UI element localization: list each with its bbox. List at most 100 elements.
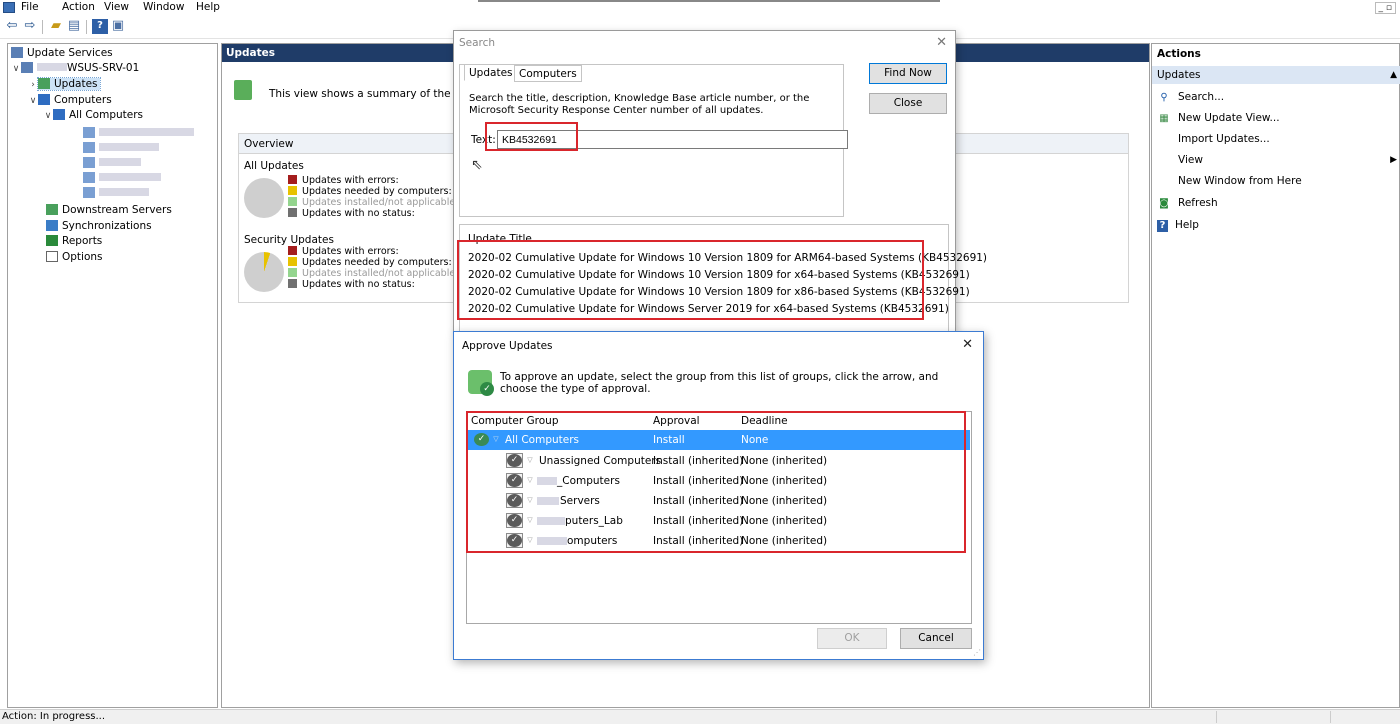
- action-refresh[interactable]: ◙ Refresh: [1157, 193, 1397, 214]
- updates-summary-icon: [234, 80, 252, 100]
- sync-icon: [46, 220, 58, 231]
- close-icon[interactable]: ✕: [962, 338, 973, 351]
- legend-swatch: [288, 257, 297, 266]
- chevron-right-icon[interactable]: ›: [28, 78, 38, 93]
- tree-item-all-computers[interactable]: ∨ All Computers: [43, 108, 143, 123]
- back-icon[interactable]: ⇦: [4, 19, 20, 34]
- forward-icon[interactable]: ⇨: [22, 19, 38, 34]
- action-help[interactable]: ? Help: [1157, 215, 1397, 236]
- ok-button[interactable]: OK: [817, 628, 887, 649]
- search-icon: ⚲: [1160, 92, 1168, 103]
- menu-action[interactable]: Action: [62, 1, 95, 13]
- action-new-update-view[interactable]: ▦ New Update View...: [1157, 108, 1397, 129]
- tree-item-downstream-servers[interactable]: Downstream Servers: [46, 203, 172, 218]
- collapse-arrow-icon[interactable]: ▲: [1390, 66, 1397, 84]
- toolbar-separator: [42, 20, 43, 34]
- tree-item-redacted-group[interactable]: [83, 156, 141, 171]
- legend-swatch: [288, 208, 297, 217]
- dialog-title: Search: [459, 37, 496, 49]
- tree-item-redacted-group[interactable]: [83, 171, 161, 186]
- new-view-icon: ▦: [1159, 113, 1169, 124]
- legend-swatch: [288, 197, 297, 206]
- legend-swatch: [288, 186, 297, 195]
- summary-text: This view shows a summary of the statu: [269, 88, 481, 100]
- legend-installed: Updates installed/not applicable: [288, 197, 455, 208]
- updates-icon: [38, 78, 50, 89]
- show-hide-tree-icon[interactable]: ▤: [66, 19, 82, 34]
- close-button[interactable]: Close: [869, 93, 947, 114]
- legend-installed: Updates installed/not applicable: [288, 268, 455, 279]
- menu-help[interactable]: Help: [196, 1, 220, 13]
- action-import-updates[interactable]: Import Updates...: [1157, 129, 1397, 150]
- close-icon[interactable]: ✕: [936, 36, 947, 49]
- legend-no-status: Updates with no status:: [288, 208, 415, 219]
- menu-view[interactable]: View: [104, 1, 129, 13]
- status-divider: [1216, 711, 1217, 723]
- computer-group-icon: [83, 142, 95, 153]
- window-controls[interactable]: _ ▫: [1374, 2, 1396, 14]
- chevron-down-icon[interactable]: ∨: [28, 94, 38, 109]
- submenu-arrow-icon: ▶: [1390, 155, 1397, 165]
- all-updates-label: All Updates: [244, 160, 304, 172]
- computer-group-icon: [83, 157, 95, 168]
- app-icon: [3, 2, 15, 13]
- dialog-top-edge: [478, 0, 940, 2]
- highlight-box: [466, 411, 966, 553]
- dialog-title: Approve Updates: [462, 340, 553, 352]
- up-folder-icon[interactable]: ▰: [48, 19, 64, 34]
- security-updates-pie: [244, 252, 284, 292]
- legend-errors: Updates with errors:: [288, 246, 399, 257]
- find-now-button[interactable]: Find Now: [869, 63, 947, 84]
- status-bar: Action: In progress...: [0, 709, 1400, 724]
- toolbar-separator: [86, 20, 87, 34]
- computer-group-icon: [83, 127, 95, 138]
- legend-swatch: [288, 246, 297, 255]
- actions-section-updates[interactable]: Updates ▲: [1152, 66, 1400, 84]
- security-updates-label: Security Updates: [244, 234, 334, 246]
- show-action-pane-icon[interactable]: ▣: [110, 19, 126, 34]
- actions-title: Actions: [1157, 48, 1201, 60]
- legend-errors: Updates with errors:: [288, 175, 399, 186]
- tree-item-options[interactable]: Options: [46, 250, 103, 265]
- tree-item-reports[interactable]: Reports: [46, 234, 102, 249]
- downstream-servers-icon: [46, 204, 58, 215]
- status-text: Action: In progress...: [2, 711, 106, 722]
- chevron-down-icon[interactable]: ∨: [43, 109, 53, 124]
- chevron-down-icon[interactable]: ∨: [11, 62, 21, 77]
- help-icon: ?: [1157, 220, 1168, 232]
- console-tree: Update Services ∨ WSUS-SRV-01 › Updates ∨ C…: [7, 43, 218, 708]
- refresh-icon: ◙: [1159, 198, 1169, 209]
- menu-window[interactable]: Window: [143, 1, 184, 13]
- legend-needed: Updates needed by computers:: [288, 186, 452, 197]
- tree-item-computers[interactable]: ∨ Computers: [28, 93, 112, 108]
- highlight-box: [485, 122, 578, 151]
- tree-item-updates[interactable]: › Updates: [28, 77, 101, 93]
- check-icon: ✓: [480, 382, 494, 396]
- action-new-window[interactable]: New Window from Here: [1157, 171, 1397, 192]
- tab-updates[interactable]: Updates: [464, 64, 518, 81]
- approve-instructions: To approve an update, select the group f…: [500, 371, 939, 395]
- legend-needed: Updates needed by computers:: [288, 257, 452, 268]
- search-instructions: Search the title, description, Knowledge…: [469, 93, 810, 116]
- menu-file[interactable]: File: [21, 1, 39, 13]
- action-search[interactable]: ⚲ Search...: [1157, 87, 1397, 108]
- options-icon: [46, 251, 58, 262]
- cancel-button[interactable]: Cancel: [900, 628, 972, 649]
- tree-item-redacted-group[interactable]: [83, 126, 194, 141]
- server-icon: [11, 47, 23, 58]
- tree-item-synchronizations[interactable]: Synchronizations: [46, 219, 152, 234]
- help-icon[interactable]: ?: [92, 19, 108, 34]
- action-view[interactable]: View ▶: [1157, 150, 1397, 171]
- highlight-box: [457, 240, 924, 320]
- server-icon: [21, 62, 33, 73]
- resize-grip-icon[interactable]: ⋰: [973, 648, 981, 657]
- status-divider: [1330, 711, 1331, 723]
- menu-bar: File Action View Window Help _ ▫: [0, 0, 1400, 16]
- tree-item-redacted-group[interactable]: [83, 186, 149, 201]
- tree-item-update-services[interactable]: Update Services: [11, 46, 113, 61]
- tab-computers[interactable]: Computers: [514, 65, 582, 82]
- tree-item-server[interactable]: ∨ WSUS-SRV-01: [11, 61, 139, 76]
- tree-item-redacted-group[interactable]: [83, 141, 159, 156]
- all-updates-pie: [244, 178, 284, 218]
- legend-swatch: [288, 175, 297, 184]
